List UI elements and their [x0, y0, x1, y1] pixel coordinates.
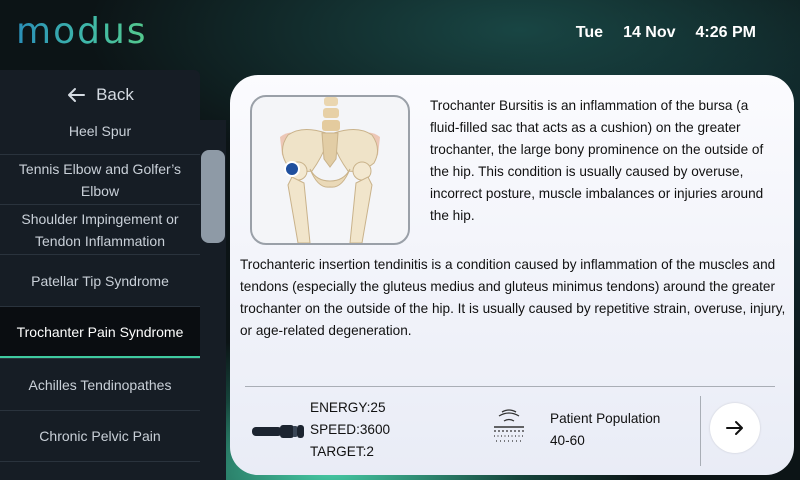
sidebar-item-label: Chronic Pelvic Pain	[39, 428, 161, 444]
shockwave-icon	[494, 409, 524, 442]
sidebar-item-label: Trochanter Pain Syndrome	[16, 323, 184, 340]
description-paragraph-1: Trochanter Bursitis is an inflammation o…	[430, 98, 764, 223]
sidebar-item-trochanter-pain[interactable]: Trochanter Pain Syndrome	[0, 306, 200, 358]
back-button[interactable]: Back	[0, 70, 200, 120]
arrow-right-icon	[726, 421, 743, 435]
clock: Tue 14 Nov 4:26 PM	[576, 24, 756, 42]
energy-value: ENERGY:25	[310, 400, 386, 415]
description-paragraph-2: Trochanteric insertion tendinitis is a c…	[240, 257, 786, 338]
clock-time: 4:26 PM	[695, 24, 756, 41]
next-button[interactable]	[710, 403, 760, 453]
patient-population-value: 40-60	[550, 433, 585, 448]
trochanter-marker	[284, 161, 300, 177]
pelvis-illustration	[280, 97, 380, 243]
back-label: Back	[96, 85, 134, 104]
patient-population-label: Patient Population	[550, 411, 661, 426]
sidebar-item-label: Heel Spur	[68, 123, 132, 139]
hip-anatomy-image	[250, 95, 410, 245]
footer-vertical-divider	[700, 396, 701, 466]
sidebar: Back Heel Spur Tennis Elbow and Golfer’s…	[0, 70, 200, 480]
sidebar-item-tennis-elbow[interactable]: Tennis Elbow and Golfer’s Elbow	[0, 154, 200, 204]
sidebar-item-shoulder-impingement[interactable]: Shoulder Impingement or Tendon Inflammat…	[0, 204, 200, 254]
sidebar-item-achilles[interactable]: Achilles Tendinopathes	[0, 358, 200, 410]
clock-date: 14 Nov	[623, 24, 676, 41]
sidebar-item-heel-spur[interactable]: Heel Spur	[0, 120, 200, 144]
content-card: Trochanter Bursitis is an inflammation o…	[230, 75, 794, 475]
sidebar-item-patellar-tip[interactable]: Patellar Tip Syndrome	[0, 254, 200, 306]
arrow-left-icon	[68, 88, 86, 102]
sidebar-item-label: Tennis Elbow and Golfer’s Elbow	[18, 160, 182, 199]
sidebar-item-label: Patellar Tip Syndrome	[31, 272, 169, 289]
sidebar-item-chronic-pelvic[interactable]: Chronic Pelvic Pain	[0, 410, 200, 462]
footer-divider	[245, 386, 775, 387]
clock-day: Tue	[575, 24, 604, 41]
sidebar-item-label: Shoulder Impingement or Tendon Inflammat…	[21, 210, 179, 249]
target-value: TARGET:2	[310, 444, 374, 459]
applicator-icon	[252, 425, 304, 438]
app-logo: modus	[16, 11, 148, 52]
sidebar-item-label: Achilles Tendinopathes	[28, 376, 172, 393]
sidebar-scrollbar-thumb[interactable]	[201, 150, 225, 243]
speed-value: SPEED:3600	[310, 422, 391, 437]
